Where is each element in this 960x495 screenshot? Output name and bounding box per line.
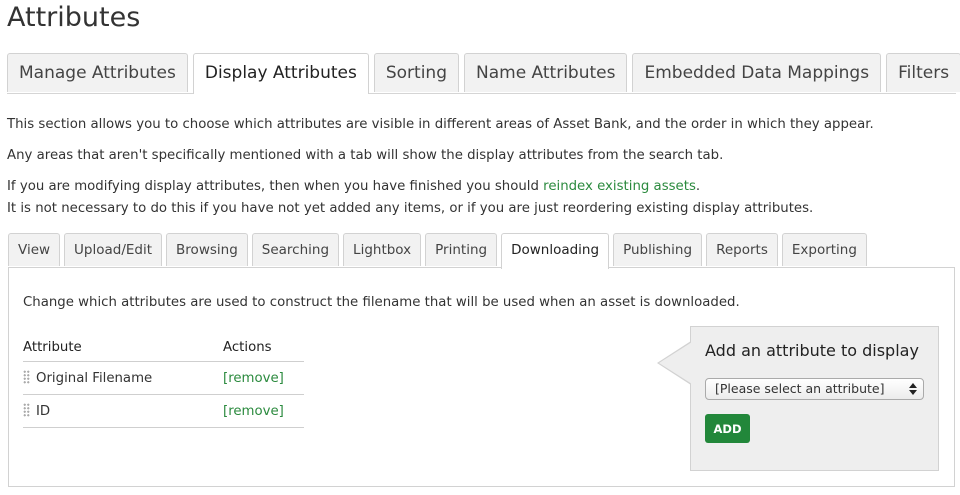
subtab-browsing[interactable]: Browsing [166, 233, 248, 266]
attribute-name: Original Filename [36, 371, 153, 386]
intro-line-4: It is not necessary to do this if you ha… [7, 201, 814, 216]
reindex-link[interactable]: reindex existing assets [543, 179, 696, 194]
tab-embedded-data-mappings[interactable]: Embedded Data Mappings [632, 53, 882, 92]
table-row[interactable]: ID [remove] [23, 394, 304, 428]
actions-cell: [remove] [223, 394, 304, 428]
intro-line-3: If you are modifying display attributes,… [7, 179, 700, 194]
table-header-row: Attribute Actions [23, 334, 304, 362]
attribute-cell: Original Filename [23, 361, 223, 395]
attribute-name: ID [36, 404, 51, 419]
attribute-select[interactable]: [Please select an attribute] [705, 378, 924, 400]
main-tab-bar: Manage Attributes Display Attributes Sor… [7, 53, 960, 94]
column-header-actions: Actions [223, 334, 304, 362]
subtab-reports[interactable]: Reports [706, 233, 778, 266]
tab-sorting[interactable]: Sorting [373, 53, 459, 92]
column-header-attribute: Attribute [23, 334, 223, 362]
attribute-cell: ID [23, 394, 223, 428]
subtab-exporting[interactable]: Exporting [781, 233, 867, 266]
attribute-select-value: [Please select an attribute] [715, 381, 885, 396]
intro-line-3-suffix: . [695, 179, 701, 194]
tab-display-attributes[interactable]: Display Attributes [192, 53, 369, 94]
page-title: Attributes [7, 2, 141, 33]
subtab-searching[interactable]: Searching [251, 233, 340, 266]
subtab-publishing[interactable]: Publishing [613, 233, 703, 266]
add-attribute-title: Add an attribute to display [705, 341, 919, 360]
intro-line-1: This section allows you to choose which … [7, 117, 874, 132]
tab-filters[interactable]: Filters [886, 53, 960, 92]
sub-tab-bar: View Upload/Edit Browsing Searching Ligh… [8, 233, 956, 269]
actions-cell: [remove] [223, 361, 304, 395]
subtab-downloading[interactable]: Downloading [501, 233, 610, 269]
subtab-printing[interactable]: Printing [425, 233, 498, 266]
attribute-table: Attribute Actions Original Filename [rem… [23, 334, 304, 428]
intro-line-2: Any areas that aren't specifically menti… [7, 148, 724, 163]
remove-link[interactable]: [remove] [223, 371, 284, 386]
tab-name-attributes[interactable]: Name Attributes [464, 53, 628, 92]
intro-line-3-prefix: If you are modifying display attributes,… [7, 179, 544, 194]
select-arrows-icon [909, 382, 917, 396]
callout-arrow-fill [659, 342, 692, 384]
subtab-lightbox[interactable]: Lightbox [343, 233, 422, 266]
add-attribute-box: Add an attribute to display [Please sele… [657, 326, 939, 471]
panel-description: Change which attributes are used to cons… [23, 295, 740, 310]
remove-link[interactable]: [remove] [223, 404, 284, 419]
add-button[interactable]: ADD [705, 414, 750, 443]
subtab-upload-edit[interactable]: Upload/Edit [64, 233, 163, 266]
table-row[interactable]: Original Filename [remove] [23, 361, 304, 395]
subtab-view[interactable]: View [8, 233, 61, 266]
tab-manage-attributes[interactable]: Manage Attributes [7, 53, 188, 92]
drag-handle-icon[interactable] [23, 403, 30, 417]
drag-handle-icon[interactable] [23, 370, 30, 384]
